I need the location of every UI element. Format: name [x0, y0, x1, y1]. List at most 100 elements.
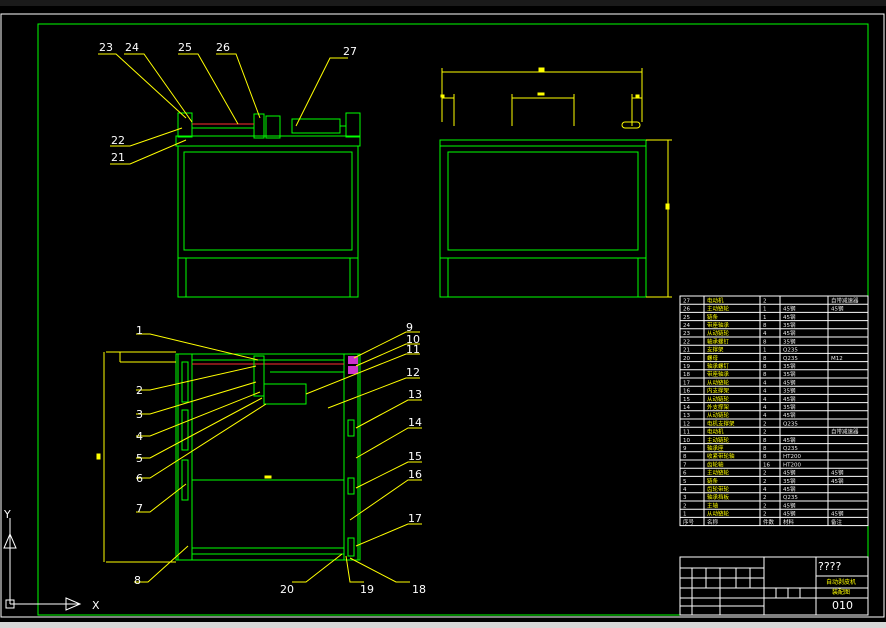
callout-6: 6 [136, 472, 143, 485]
side-view-dimensions [440, 67, 672, 298]
bom-cell-name: 从动链轮 [707, 329, 730, 337]
status-strip [0, 622, 886, 628]
bom-cell-qty: 4 [763, 380, 767, 386]
bom-cell-qty: 2 [763, 298, 767, 304]
bom-cell-qty: 8 [763, 339, 767, 345]
bom-cell-note: 自带减速器 [831, 296, 859, 304]
bom-cell-name: 带座轴承 [707, 321, 730, 329]
bom-cell-mat: 35钢 [783, 321, 796, 329]
callout-8: 8 [134, 574, 141, 587]
bom-cell-no: 18 [683, 372, 690, 378]
inner-border [37, 23, 869, 616]
drawing-subname: 装配图 [832, 588, 850, 596]
bom-cell-note: 45钢 [831, 305, 844, 313]
callout-16: 16 [408, 468, 422, 481]
bom-cell-name: 从动链轮 [707, 395, 730, 403]
bom-cell-name: 收紧带轮轴 [707, 452, 735, 460]
bom-cell-no: 26 [683, 307, 690, 313]
callout-20: 20 [280, 583, 294, 596]
bom-cell-mat: 45钢 [783, 411, 796, 419]
bom-cell-note: M12 [831, 356, 843, 362]
callout-13: 13 [408, 388, 422, 401]
bom-cell-qty: 2 [763, 503, 767, 509]
bom-cell-no: 12 [683, 421, 690, 427]
callout-27: 27 [343, 45, 357, 58]
callout-14: 14 [408, 416, 422, 429]
bom-cell-qty: 8 [763, 323, 767, 329]
bom-cell-mat: 45钢 [783, 313, 796, 321]
bom-cell-name: 主轴 [707, 501, 719, 509]
bom-cell-name: 电动机 [707, 296, 724, 304]
bom-cell-qty: 4 [763, 487, 767, 493]
bom-cell-no: 1 [683, 512, 687, 518]
bom-cell-name: 链条 [707, 313, 719, 321]
bom-cell-note: 45钢 [831, 469, 844, 477]
bom-cell-name: 支撑架 [707, 346, 724, 354]
bom-cell-no: 6 [683, 471, 687, 477]
callout-2: 2 [136, 384, 143, 397]
callout-25: 25 [178, 41, 192, 54]
bom-cell-qty: 1 [763, 307, 767, 313]
plan-view-dimensions [96, 351, 272, 563]
bom-cell-name: 从动链轮 [707, 378, 730, 386]
ucs-axis-icon: Y X [3, 508, 100, 612]
bom-cell-no: 3 [683, 495, 687, 501]
bom-cell-qty: 4 [763, 397, 767, 403]
bom-cell-mat: 45钢 [783, 378, 796, 386]
bom-cell-name: 轴承螺钉 [707, 337, 730, 345]
bom-cell-qty: 16 [763, 462, 770, 468]
bom-cell-qty: 4 [763, 389, 767, 395]
bom-header-no: 序号 [683, 518, 695, 526]
callout-4: 4 [136, 430, 143, 443]
bom-cell-qty: 2 [763, 471, 767, 477]
bom-cell-name: 从动链轮 [707, 411, 730, 419]
bom-cell-no: 10 [683, 438, 690, 444]
callout-23: 23 [99, 41, 113, 54]
bom-cell-no: 25 [683, 315, 690, 321]
bom-cell-name: 从动链轮 [707, 510, 730, 518]
bom-cell-mat: HT200 [783, 454, 801, 460]
drawing-title-marks: ???? [818, 560, 842, 573]
bom-cell-no: 7 [683, 462, 687, 468]
drawing-name: 自动剥皮机 [826, 578, 856, 586]
bom-cell-qty: 2 [763, 495, 767, 501]
callout-18: 18 [412, 583, 426, 596]
bom-cell-no: 17 [683, 380, 690, 386]
bom-cell-no: 8 [683, 454, 687, 460]
bom-cell-qty: 2 [763, 421, 767, 427]
callout-5: 5 [136, 452, 143, 465]
bom-cell-no: 14 [683, 405, 690, 411]
bom-cell-mat: 45钢 [783, 395, 796, 403]
bom-cell-mat: 45钢 [783, 329, 796, 337]
bom-cell-qty: 1 [763, 348, 767, 354]
bom-cell-name: 主动链轮 [707, 436, 730, 444]
bom-cell-mat: Q235 [783, 421, 798, 427]
side-view [439, 121, 647, 298]
title-block: ???? 自动剥皮机 装配图 010 [679, 556, 869, 616]
bom-cell-mat: 35钢 [783, 370, 796, 378]
bom-cell-qty: 4 [763, 413, 767, 419]
bom-cell-name: 电机支撑架 [707, 419, 735, 427]
callout-15: 15 [408, 450, 422, 463]
bom-cell-mat: 35钢 [783, 337, 796, 345]
bom-cell-no: 11 [683, 430, 690, 436]
bom-cell-qty: 8 [763, 454, 767, 460]
callout-7: 7 [136, 502, 143, 515]
bom-header-qty: 件数 [763, 518, 775, 526]
cad-drawing-canvas[interactable]: 23 24 25 26 27 22 21 1 2 3 4 5 6 7 8 9 1… [0, 0, 886, 628]
bom-cell-no: 4 [683, 487, 687, 493]
bom-cell-name: 轴承挡板 [707, 493, 730, 501]
bom-cell-mat: 35钢 [783, 403, 796, 411]
bom-cell-no: 13 [683, 413, 690, 419]
bom-cell-name: 轴承螺钉 [707, 362, 730, 370]
callout-21: 21 [111, 151, 125, 164]
callout-1: 1 [136, 324, 143, 337]
bom-cell-mat: Q235 [783, 348, 798, 354]
bom-cell-mat: HT200 [783, 462, 801, 468]
bom-cell-name: 齿轮带轮 [707, 485, 730, 493]
callout-12: 12 [406, 366, 420, 379]
bom-cell-name: 螺母 [707, 354, 719, 362]
bom-cell-qty: 8 [763, 446, 767, 452]
bom-cell-qty: 8 [763, 372, 767, 378]
bom-cell-qty: 2 [763, 430, 767, 436]
